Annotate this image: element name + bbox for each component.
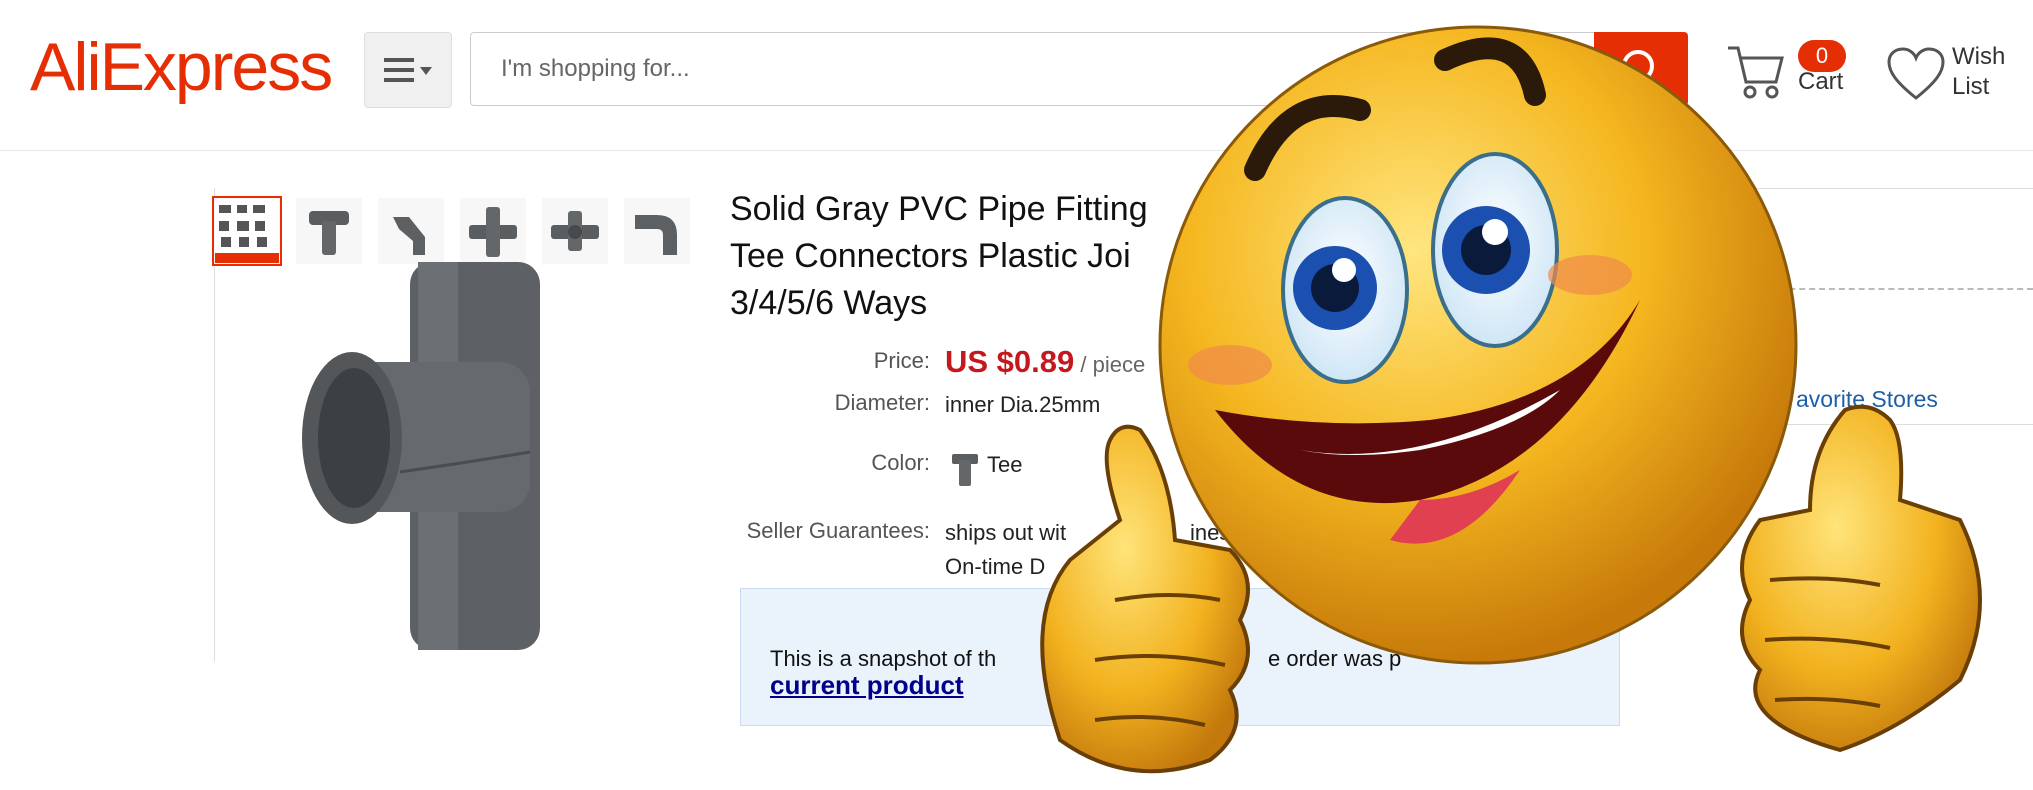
thumbnail-1[interactable] <box>212 196 282 266</box>
color-option-swatch[interactable] <box>950 448 980 494</box>
thumbnail-3[interactable] <box>378 198 444 264</box>
thumbs-up-smiley-icon <box>1000 0 2000 790</box>
thumb-4way-icon <box>551 211 599 251</box>
category-menu-button[interactable] <box>364 32 452 108</box>
aliexpress-logo[interactable]: AliExpress <box>30 28 333 106</box>
thumb-collage-icon <box>215 199 279 263</box>
snapshot-text: This is a snapshot of th <box>770 646 997 671</box>
color-label: Color: <box>871 450 930 475</box>
thumb-cross-icon <box>469 207 517 257</box>
thumbnail-6[interactable] <box>624 198 690 264</box>
diameter-label: Diameter: <box>834 390 930 415</box>
thumbnail-5[interactable] <box>542 198 608 264</box>
thumb-elbow45-icon <box>393 217 425 255</box>
thumbnail-2[interactable] <box>296 198 362 264</box>
price-label: Price: <box>873 348 930 373</box>
hamburger-icon <box>384 58 432 82</box>
main-product-image[interactable] <box>280 262 620 652</box>
current-product-link[interactable]: current product <box>770 670 964 701</box>
thumb-tee-icon <box>309 211 349 255</box>
guarantee-label: Seller Guarantees: <box>746 518 930 543</box>
tee-swatch-icon <box>952 454 978 486</box>
thumb-elbow90-icon <box>635 215 677 255</box>
thumbnail-4[interactable] <box>460 198 526 264</box>
pvc-tee-image-icon <box>302 262 540 650</box>
